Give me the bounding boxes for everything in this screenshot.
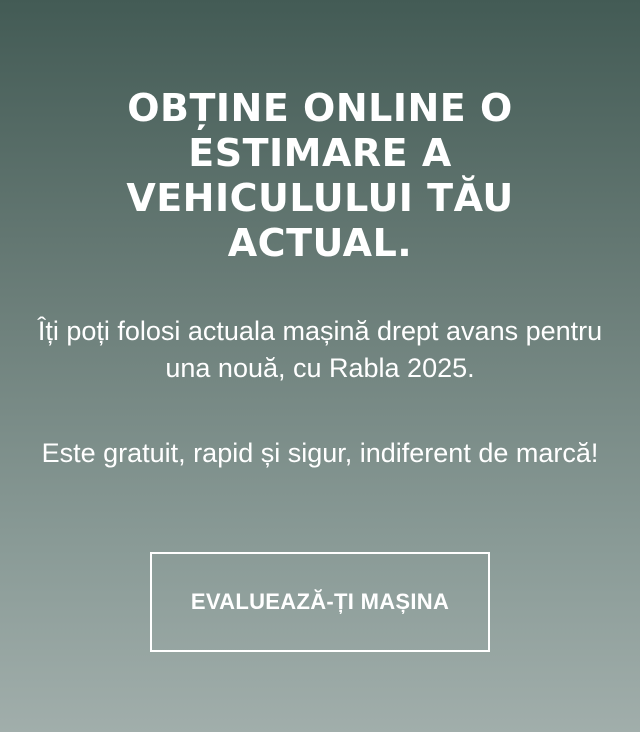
trade-in-promo-banner: OBȚINE ONLINE O ESTIMARE A VEHICULULUI T…	[0, 0, 640, 732]
promo-benefits-text: Este gratuit, rapid și sigur, indiferent…	[41, 438, 599, 468]
evaluate-car-button[interactable]: EVALUEAZĂ-ȚI MAȘINA	[150, 552, 490, 652]
promo-headline: OBȚINE ONLINE O ESTIMARE A VEHICULULUI T…	[126, 86, 514, 265]
promo-description: Îți poți folosi actuala mașină drept ava…	[37, 316, 603, 383]
